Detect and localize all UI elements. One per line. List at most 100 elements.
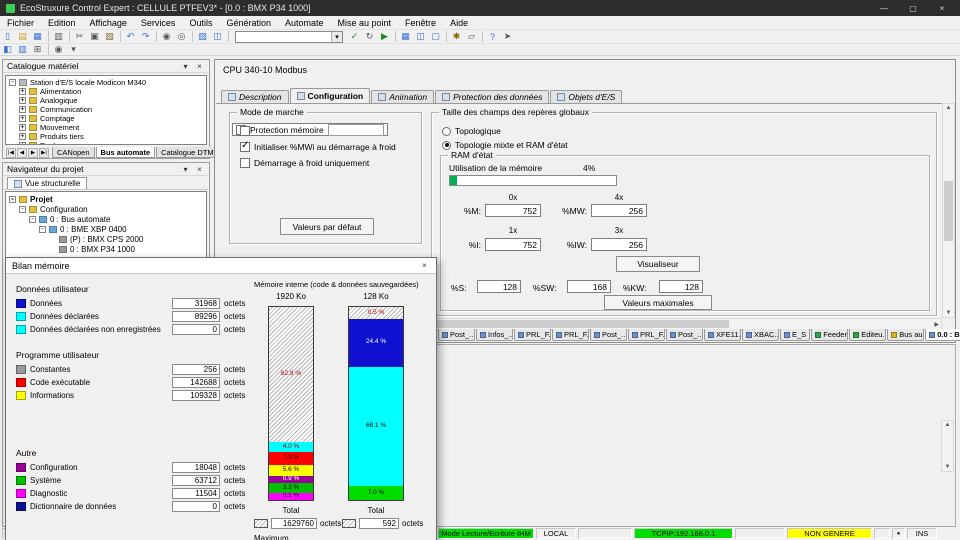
scrollbar-thumb[interactable] [429,320,729,328]
editor-tab[interactable]: Description [221,90,289,103]
option-row[interactable]: Initialiser %MWi au démarrage à froid [232,139,419,155]
rebuild-icon[interactable]: ↻ [362,30,377,43]
option-row[interactable]: Démarrage à froid uniquement [232,155,419,171]
separator[interactable] [225,30,231,43]
tree-expander-icon[interactable]: + [19,142,26,145]
tree-expander-icon[interactable]: + [19,133,26,140]
checkbox[interactable] [240,142,250,152]
options-icon[interactable]: ✱ [449,30,464,43]
library-icon[interactable]: ▱ [464,30,479,43]
kw-count-field[interactable]: 128 [659,280,703,293]
defaults-button[interactable]: Valeurs par défaut [280,218,374,235]
copy-icon[interactable]: ▣ [87,30,102,43]
tab-scroll-icon[interactable]: |◀ [6,148,16,158]
scroll-down-icon[interactable]: ▼ [946,310,952,316]
checkbox[interactable] [240,126,250,136]
tree-expander-icon[interactable]: - [9,196,16,203]
project-tree-item[interactable]: - 0 : Bus automate [6,214,206,224]
s-count-field[interactable]: 128 [477,280,521,293]
scrollbar-thumb[interactable] [944,181,953,241]
dialog-close-icon[interactable]: × [419,261,430,270]
run-icon[interactable]: ▶ [377,30,392,43]
menu-item[interactable]: Affichage [83,16,134,29]
editor-tab[interactable]: Configuration [290,88,371,103]
tree-expander-icon[interactable]: - [9,79,16,86]
context-help-icon[interactable]: ➤ [500,30,515,43]
project-tree-item[interactable]: (P) : BMX CPS 2000 [6,234,206,244]
checkbox[interactable] [240,158,250,168]
grid-view-icon[interactable]: ▥ [15,43,30,56]
window-tab[interactable]: Post_... [666,329,703,341]
catalog-tree-item[interactable]: + Comptage [6,114,206,123]
paste-icon[interactable]: ▧ [102,30,117,43]
catalog-tree-item[interactable]: + Analogique [6,96,206,105]
panel-menu-icon[interactable]: ▾ [180,165,191,174]
tab-scroll-icon[interactable]: ▶| [39,148,49,158]
option-row[interactable]: Protection mémoire [232,123,388,136]
scroll-up-icon[interactable]: ▲ [945,422,951,428]
menu-item[interactable]: Mise au point [331,16,399,29]
window-tab[interactable]: E_S [780,329,810,341]
window-tab[interactable]: Bus au... [887,329,924,341]
panel-menu-icon[interactable]: ▾ [180,62,191,71]
tab-structural-view[interactable]: Vue structurelle [7,177,87,189]
tree-expander-icon[interactable]: - [29,216,36,223]
window-tab[interactable]: Post_... [590,329,627,341]
menu-item[interactable]: Outils [182,16,219,29]
scroll-down-icon[interactable]: ▼ [945,464,951,470]
lower-pane-scrollbar[interactable]: ▲ ▼ [941,420,954,472]
menu-item[interactable]: Fichier [0,16,41,29]
menu-item[interactable]: Automate [278,16,331,29]
tree-expander-icon[interactable]: + [19,106,26,113]
editor-tab[interactable]: Animation [371,90,434,103]
new-project-icon[interactable]: ▯ [0,30,15,43]
go-to-icon[interactable]: ◎ [174,30,189,43]
menu-item[interactable]: Génération [219,16,278,29]
catalog-tab[interactable]: CANopen [52,147,95,158]
tree-expander-icon[interactable]: + [19,115,26,122]
mw-count-field[interactable]: 256 [591,204,647,217]
search-icon[interactable]: ◉ [159,30,174,43]
window-tab[interactable]: Editeu... [849,329,886,341]
cut-icon[interactable]: ✂ [72,30,87,43]
menu-item[interactable]: Edition [41,16,83,29]
tab-scroll-icon[interactable]: ◀ [17,148,27,158]
window-tab[interactable]: XBAC... [742,329,779,341]
tree-expander-icon[interactable]: + [19,124,26,131]
project-tree-item[interactable]: - Configuration [6,204,206,214]
max-values-button[interactable]: Valeurs maximales [604,295,712,310]
split-window-icon[interactable]: ◫ [413,30,428,43]
radio-topological[interactable]: Topologique [442,125,501,137]
project-tree-item[interactable]: 0 : BMX P34 1000 [6,244,206,254]
minimize-button[interactable]: — [872,4,896,13]
i-count-field[interactable]: 752 [485,238,541,251]
menu-item[interactable]: Services [134,16,183,29]
viewer-button[interactable]: Visualiseur [616,256,700,272]
print-icon[interactable]: ▥ [51,30,66,43]
undo-icon[interactable]: ↶ [123,30,138,43]
sw-count-field[interactable]: 168 [567,280,611,293]
window-icon[interactable]: ▢ [428,30,443,43]
window-tab[interactable]: 0.0 : B... [925,329,960,341]
window-tab[interactable]: PRL_F... [552,329,589,341]
toolbar-combobox[interactable]: ▾ [235,31,343,43]
scroll-right-icon[interactable]: ▶ [934,321,939,328]
catalog-tab[interactable]: Bus automate [96,147,156,158]
open-icon[interactable]: ▤ [15,30,30,43]
help-icon[interactable]: ? [485,30,500,43]
catalog-tree-item[interactable]: + Mouvement [6,123,206,132]
tree-expander-icon[interactable]: - [39,226,46,233]
editor-tab[interactable]: Objets d'E/S [550,90,622,103]
catalog-tab[interactable]: Catalogue DTM [156,147,219,158]
maximize-button[interactable]: ▢ [901,4,925,13]
import-icon[interactable]: ▨ [195,30,210,43]
export-icon[interactable]: ◫ [210,30,225,43]
window-tab[interactable]: PRL_F... [514,329,551,341]
catalog-tree-item[interactable]: + Alimentation [6,87,206,96]
radio-button[interactable] [442,127,451,136]
window-tab[interactable]: PRL_F... [628,329,665,341]
menu-item[interactable]: Fenêtre [398,16,443,29]
catalog-tree-item[interactable]: + Rack [6,141,206,145]
radio-button[interactable] [442,141,451,150]
variables-grid-icon[interactable]: ▦ [398,30,413,43]
